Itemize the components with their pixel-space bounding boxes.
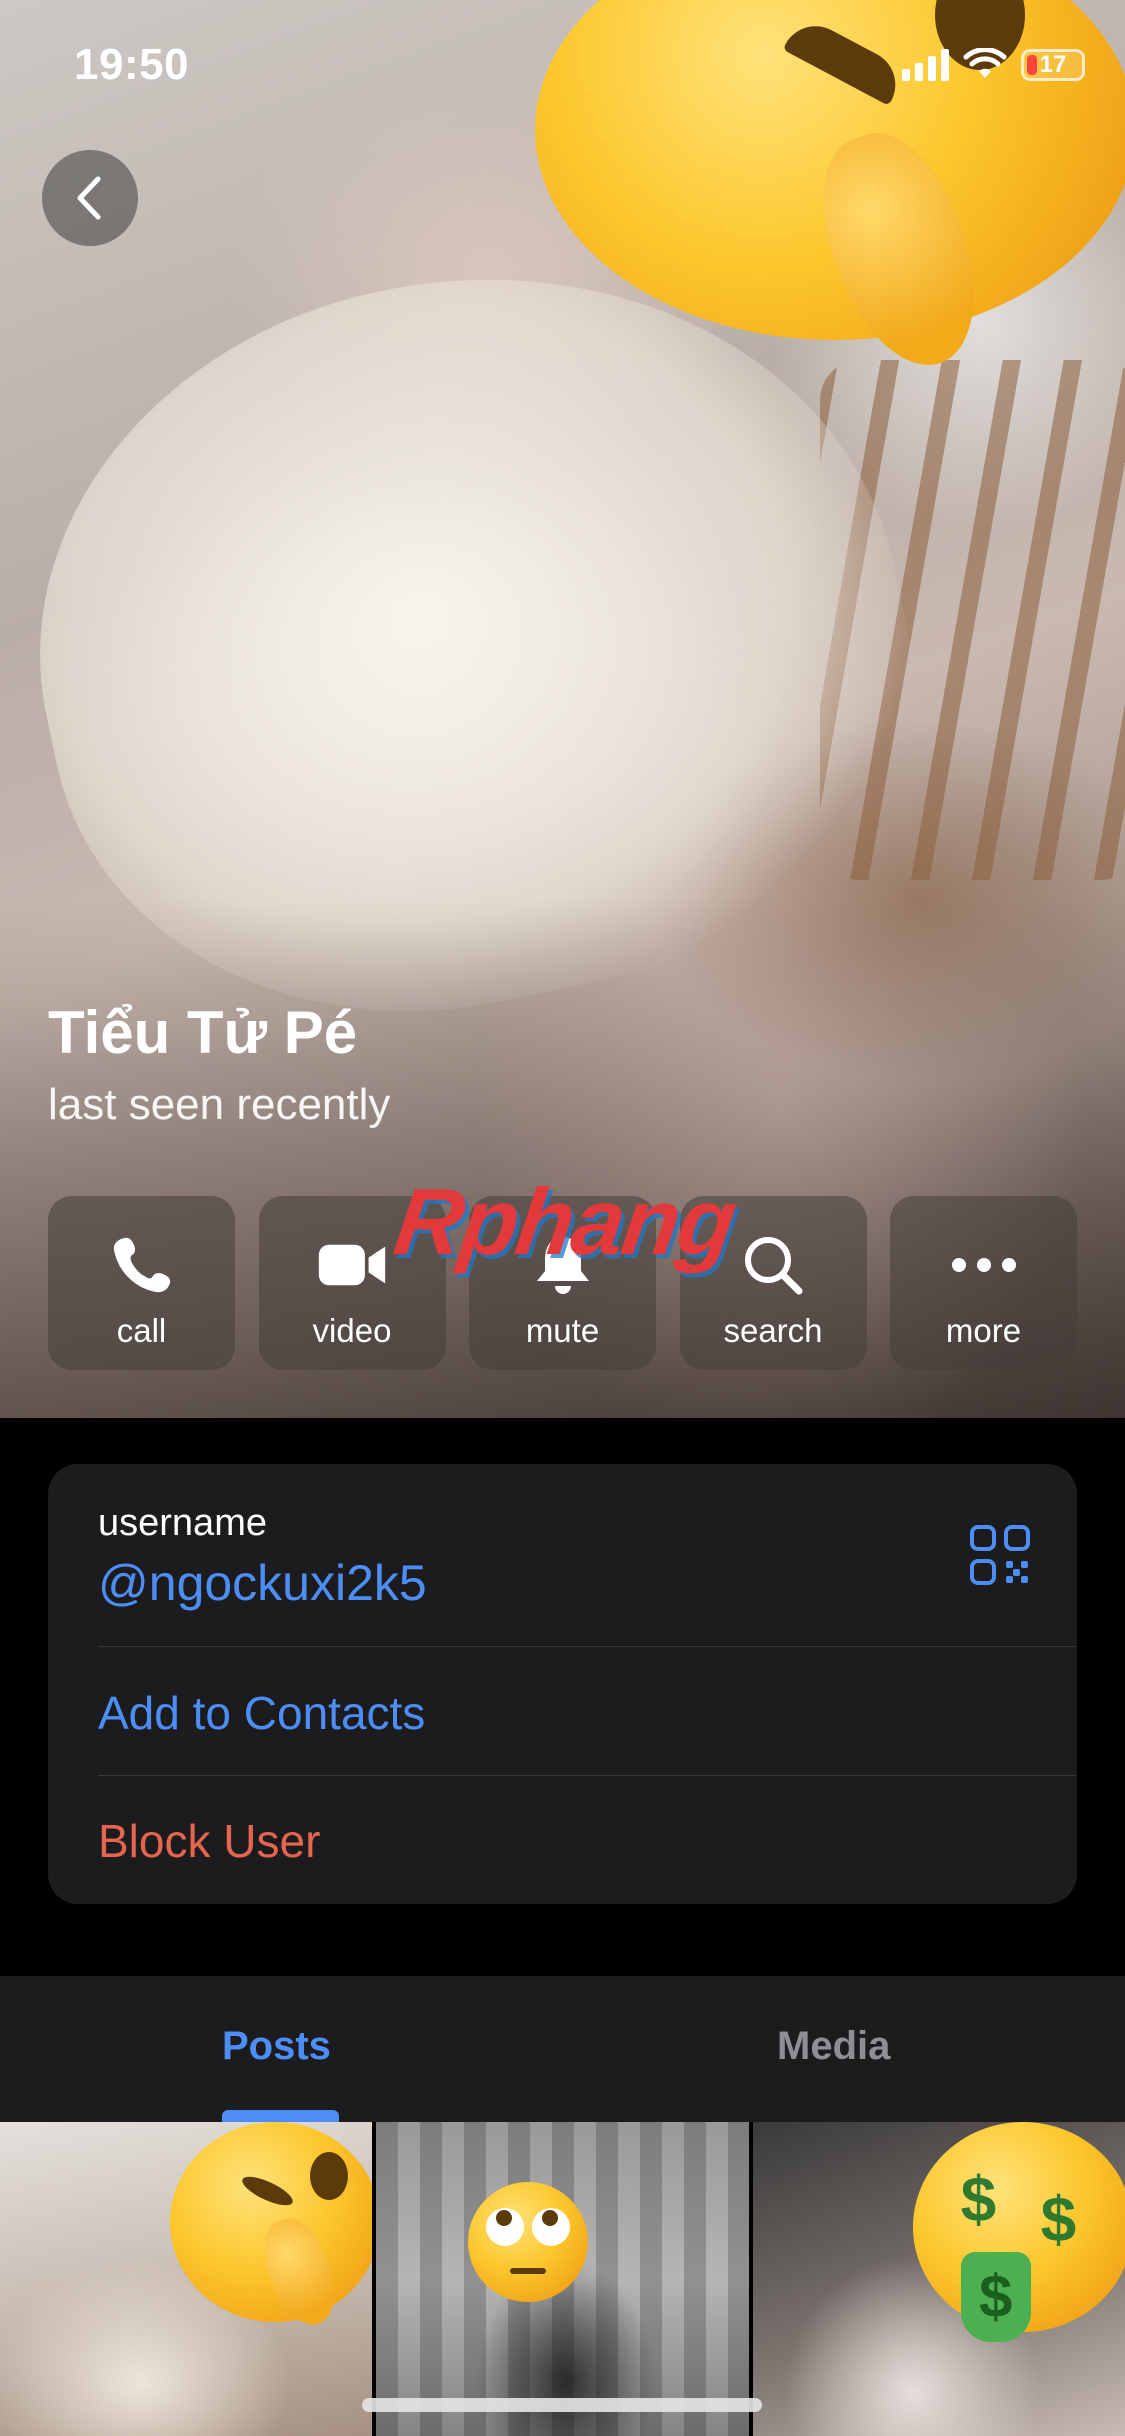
emoji-money-mouth-sticker: $ $ $ bbox=[912, 2122, 1125, 2342]
post-thumbnail[interactable] bbox=[376, 2122, 749, 2436]
add-to-contacts-button[interactable]: Add to Contacts bbox=[98, 1686, 425, 1740]
qr-code-icon[interactable] bbox=[969, 1524, 1031, 1586]
status-icons: 17 bbox=[902, 48, 1085, 82]
battery-level: 17 bbox=[1039, 51, 1067, 78]
status-time: 19:50 bbox=[74, 40, 190, 89]
username-value[interactable]: @ngockuxi2k5 bbox=[98, 1554, 427, 1612]
info-card: username @ngockuxi2k5 Add to Contacts Bl… bbox=[48, 1464, 1077, 1904]
more-dots-icon bbox=[949, 1230, 1019, 1300]
back-button[interactable] bbox=[42, 150, 138, 246]
tab-media[interactable]: Media bbox=[777, 2024, 890, 2069]
battery-icon: 17 bbox=[1021, 49, 1085, 81]
divider bbox=[98, 1775, 1077, 1776]
username-row[interactable]: username @ngockuxi2k5 bbox=[48, 1464, 1077, 1646]
profile-name: Tiểu Tử Pé bbox=[48, 999, 358, 1066]
phone-icon bbox=[107, 1230, 177, 1300]
profile-last-seen: last seen recently bbox=[48, 1080, 391, 1129]
post-thumbnail[interactable]: $ $ $ bbox=[752, 2122, 1125, 2436]
mute-label: mute bbox=[525, 1312, 600, 1349]
call-button[interactable]: call bbox=[48, 1196, 235, 1370]
more-button[interactable]: more bbox=[890, 1196, 1077, 1370]
divider bbox=[98, 1646, 1077, 1647]
video-label: video bbox=[312, 1312, 392, 1349]
username-label: username bbox=[98, 1502, 267, 1544]
emoji-rolling-eyes-sticker bbox=[468, 2182, 589, 2302]
call-label: call bbox=[116, 1312, 167, 1349]
cellular-signal-icon bbox=[902, 49, 949, 81]
video-camera-icon bbox=[317, 1230, 387, 1300]
wifi-icon bbox=[963, 48, 1007, 78]
media-grid: $ $ $ bbox=[0, 2122, 1125, 2436]
search-label: search bbox=[723, 1312, 823, 1349]
tab-posts[interactable]: Posts bbox=[222, 2024, 331, 2069]
emoji-face-sticker bbox=[170, 2122, 373, 2334]
chevron-left-icon bbox=[77, 176, 101, 220]
block-user-button[interactable]: Block User bbox=[98, 1814, 320, 1868]
post-thumbnail[interactable] bbox=[0, 2122, 373, 2436]
watermark-logo: Rphang bbox=[388, 1169, 742, 1274]
search-icon bbox=[738, 1230, 808, 1300]
more-label: more bbox=[945, 1312, 1022, 1349]
active-tab-indicator bbox=[222, 2110, 339, 2122]
home-indicator[interactable] bbox=[362, 2398, 762, 2412]
tab-bar: Posts Media bbox=[0, 1976, 1125, 2122]
